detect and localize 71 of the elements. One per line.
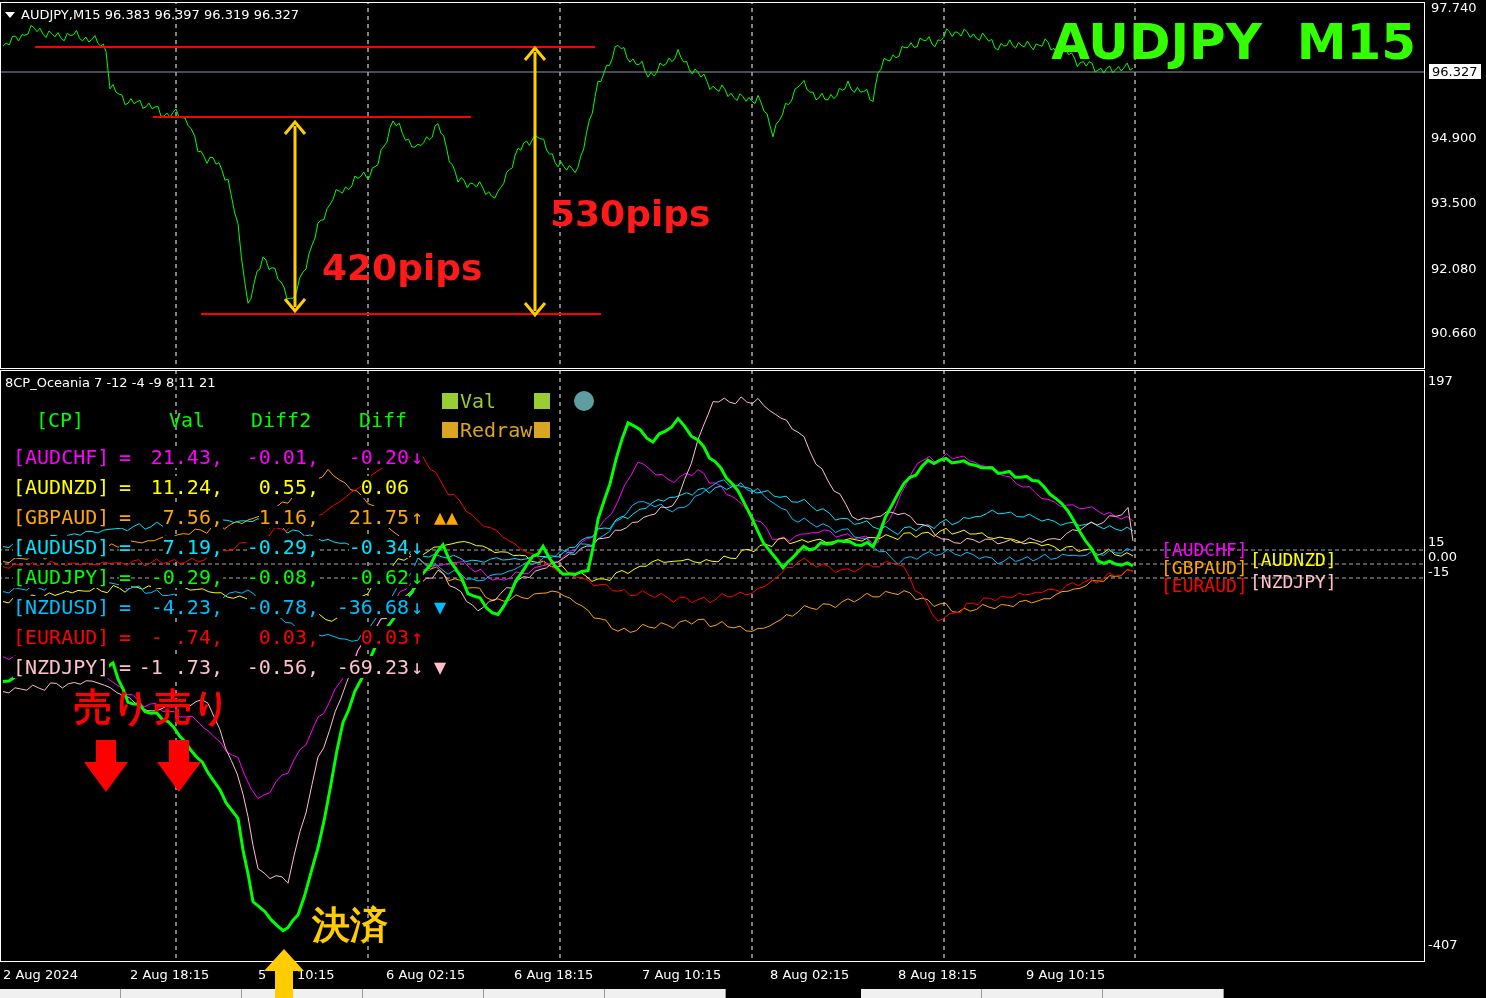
current-price-label: 96.327 [1429, 64, 1481, 79]
collapse-triangle-icon[interactable] [5, 11, 15, 18]
price-axis-label: 92.080 [1431, 261, 1477, 276]
terminal-tab[interactable] [484, 989, 605, 998]
price-axis-label: 90.660 [1431, 325, 1477, 340]
column-header: Diff [359, 410, 408, 430]
legend-square-icon [442, 393, 458, 409]
value-cell: 7.56, [162, 506, 223, 528]
time-axis-label: 10:15 [297, 967, 335, 982]
pair-label: [AUDJPY] [13, 566, 110, 588]
value-cell: -0.34 [348, 536, 409, 558]
indicator-axis-label: 15 [1428, 534, 1445, 549]
time-axis-label: 2 Aug 2024 [3, 967, 78, 982]
time-axis-label: 6 Aug 02:15 [386, 967, 466, 982]
value-cell: -36.68 [336, 596, 409, 618]
line-end-label: [AUDNZD] [1250, 551, 1337, 569]
time-axis-label: 9 Aug 10:15 [1026, 967, 1106, 982]
terminal-tab[interactable] [0, 989, 121, 998]
line-end-label: [EURAUD] [1161, 577, 1248, 595]
pair-label: [NZDJPY] [13, 656, 110, 678]
value-cell: 1.16, [258, 506, 319, 528]
price-axis-label: 97.740 [1431, 0, 1477, 15]
price-axis-label: 93.500 [1431, 195, 1477, 210]
time-axis-label: 8 Aug 18:15 [898, 967, 978, 982]
column-header: Val [169, 410, 206, 430]
value-cell: 0.03 [360, 626, 409, 648]
terminal-tab[interactable] [605, 989, 726, 998]
pair-label: [AUDUSD] [13, 536, 110, 558]
column-header: Diff2 [251, 410, 312, 430]
value-cell: -0.78, [246, 596, 319, 618]
legend-label: Val [460, 391, 498, 411]
time-axis-label: 7 Aug 10:15 [642, 967, 722, 982]
terminal-tab[interactable] [982, 989, 1103, 998]
time-axis-label: 2 Aug 18:15 [130, 967, 210, 982]
value-cell: 0.06 [360, 476, 409, 498]
pips-label: 420pips [322, 250, 483, 286]
line-end-label: [NZDJPY] [1250, 573, 1337, 591]
line-end-label: [AUDCHF] [1161, 541, 1248, 559]
value-cell: 0.55, [258, 476, 319, 498]
price-axis-label: 94.900 [1431, 130, 1477, 145]
indicator-header: 8CP_Oceania 7 -12 -4 -9 8 11 21 [5, 375, 216, 390]
legend-square-icon [534, 422, 551, 438]
indicator-axis-label: -407 [1428, 937, 1458, 952]
legend-square-icon [442, 422, 458, 438]
time-axis-label: 8 Aug 02:15 [770, 967, 850, 982]
terminal-tab[interactable] [861, 989, 982, 998]
value-cell: 7.19, [162, 536, 223, 558]
chart-header: AUDJPY,M15 96.383 96.397 96.319 96.327 [21, 7, 300, 22]
time-axis-label: 6 Aug 18:15 [514, 967, 594, 982]
value-cell: -0.62 [348, 566, 409, 588]
column-header: [CP] [36, 410, 85, 430]
down-arrow-icon [157, 740, 201, 792]
terminal-tab[interactable] [242, 989, 363, 998]
down-arrow-icon [84, 740, 128, 792]
terminal-tab[interactable] [121, 989, 242, 998]
status-dot-icon [574, 391, 595, 411]
value-cell: 21.75 [348, 506, 409, 528]
chart-title: AUDJPY M15 [1051, 17, 1416, 67]
terminal-tab[interactable] [363, 989, 484, 998]
indicator-axis-label: -15 [1428, 564, 1450, 579]
indicator-axis-label: 0.00 [1428, 549, 1457, 564]
line-end-label: [GBPAUD] [1161, 559, 1248, 577]
legend-square-icon [534, 393, 551, 409]
pips-label: 530pips [550, 196, 711, 232]
value-cell: 0.03, [258, 626, 319, 648]
terminal-tab[interactable] [1103, 989, 1224, 998]
signal-label: 決済 [312, 906, 388, 944]
indicator-axis-label: 197 [1428, 373, 1453, 388]
time-axis-label: 5 [258, 967, 267, 982]
value-cell: -0.29, [246, 536, 319, 558]
legend-label: Redraw [460, 420, 533, 440]
